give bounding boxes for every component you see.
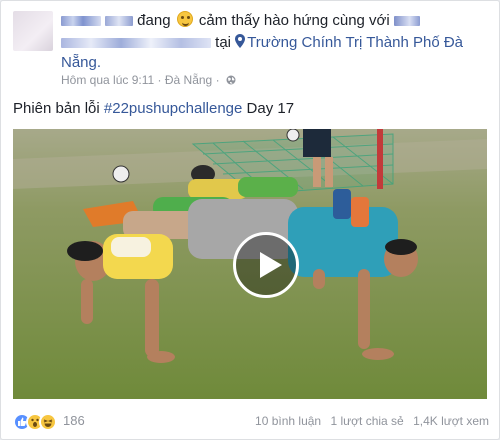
avatar[interactable] (13, 11, 53, 51)
author-name-blurred-2[interactable] (105, 16, 133, 27)
timestamp-link[interactable]: Hôm qua lúc 9:11 (61, 73, 154, 87)
excited-emoji-icon (176, 11, 193, 27)
comments-link[interactable]: 10 bình luận (255, 414, 321, 428)
haha-reaction-icon (39, 413, 57, 431)
views-count: 1,4K lượt xem (413, 414, 489, 428)
post-card: đang cảm thấy hào hứng cùng với tại Trườ… (0, 0, 500, 440)
author-name-blurred[interactable] (61, 16, 101, 27)
globe-icon[interactable] (226, 75, 236, 85)
location-pin-icon (235, 34, 246, 48)
meta-separator: · (157, 73, 162, 87)
post-text-suffix: Day 17 (246, 100, 295, 117)
play-icon[interactable] (233, 232, 299, 298)
tagged-friends-blurred[interactable] (61, 38, 211, 49)
header-line-2: tại Trường Chính Trị Thành Phố Đà Nẵng. (61, 33, 491, 73)
feeling-text: cảm thấy hào hứng cùng với (198, 12, 390, 29)
video-player[interactable] (13, 129, 487, 399)
reaction-count[interactable]: 186 (63, 413, 85, 429)
location-prefix: tại (215, 34, 232, 51)
post-header: đang cảm thấy hào hứng cùng với tại Trườ… (61, 11, 491, 73)
header-line-1: đang cảm thấy hào hứng cùng với (61, 11, 491, 31)
engagement-stats: 10 bình luận 1 lượt chia sẻ 1,4K lượt xe… (249, 413, 489, 429)
place-link[interactable]: Đà Nẵng (165, 73, 212, 87)
post-meta: Hôm qua lúc 9:11 · Đà Nẵng · (61, 73, 236, 87)
post-footer: 186 10 bình luận 1 lượt chia sẻ 1,4K lượ… (13, 411, 489, 433)
meta-separator-2: · (215, 73, 220, 87)
feeling-verb: đang (137, 12, 171, 29)
post-text: Phiên bản lỗi #22pushupchallenge Day 17 (13, 99, 294, 119)
post-text-prefix: Phiên bản lỗi (13, 100, 100, 117)
tagged-friend-blurred[interactable] (393, 16, 420, 27)
shares-link[interactable]: 1 lượt chia sẻ (330, 414, 403, 428)
hashtag-link[interactable]: #22pushupchallenge (104, 100, 242, 117)
